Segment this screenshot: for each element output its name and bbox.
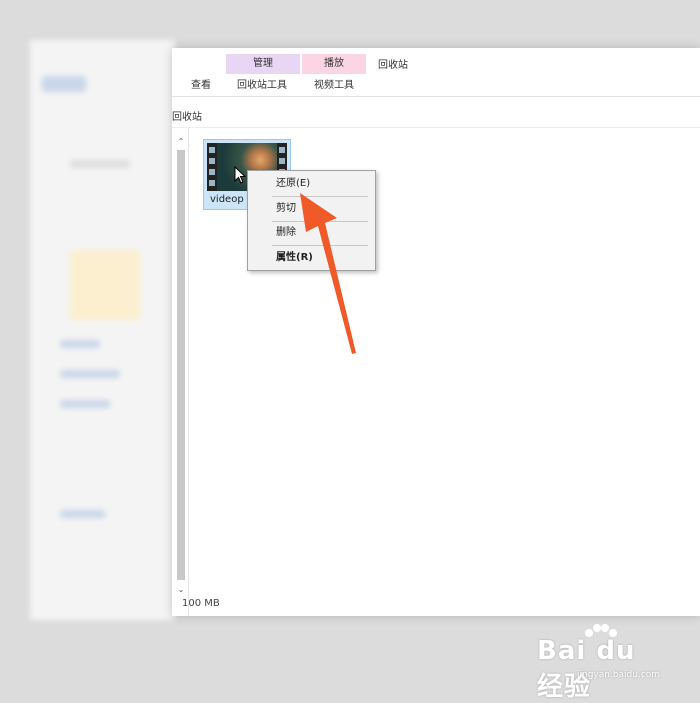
- context-tab-play[interactable]: 播放: [302, 54, 366, 74]
- menu-separator: [272, 196, 368, 197]
- context-menu: 还原(E) 剪切 删除 属性(R): [247, 170, 376, 271]
- film-strip-left: [207, 143, 217, 191]
- address-bar-path[interactable]: 回收站: [172, 108, 202, 123]
- baidu-jingyan-watermark: Bai du 经验 jingyan.baidu.com: [537, 624, 667, 702]
- menu-separator: [272, 245, 368, 246]
- window-title: 回收站: [378, 60, 408, 71]
- menu-item-cut[interactable]: 剪切: [248, 198, 375, 220]
- file-name: videop: [210, 194, 244, 205]
- tab-recycle-bin-tools[interactable]: 回收站工具: [237, 78, 287, 94]
- scroll-down-icon[interactable]: ⌄: [176, 584, 186, 596]
- address-divider: [172, 127, 700, 128]
- menu-item-restore[interactable]: 还原(E): [248, 173, 375, 195]
- tab-view[interactable]: 查看: [191, 78, 211, 94]
- status-size: 100 MB: [182, 598, 220, 609]
- blurred-navigation-pane: [30, 40, 175, 620]
- ribbon: 管理 播放 回收站 查看 回收站工具 视频工具: [172, 48, 700, 97]
- nav-scrollbar[interactable]: ⌃ ⌄: [174, 136, 188, 598]
- file-explorer-window: 管理 播放 回收站 查看 回收站工具 视频工具 回收站 ⌃ ⌄ videop 1…: [172, 48, 700, 616]
- menu-item-delete[interactable]: 删除: [248, 222, 375, 244]
- scroll-up-icon[interactable]: ⌃: [176, 136, 186, 148]
- watermark-url: jingyan.baidu.com: [577, 670, 661, 680]
- menu-item-properties[interactable]: 属性(R): [248, 247, 375, 269]
- scroll-thumb[interactable]: [177, 150, 185, 580]
- context-tab-manage[interactable]: 管理: [226, 54, 300, 74]
- tab-video-tools[interactable]: 视频工具: [314, 78, 354, 94]
- pane-divider: [188, 128, 189, 616]
- mouse-cursor-icon: [234, 166, 246, 184]
